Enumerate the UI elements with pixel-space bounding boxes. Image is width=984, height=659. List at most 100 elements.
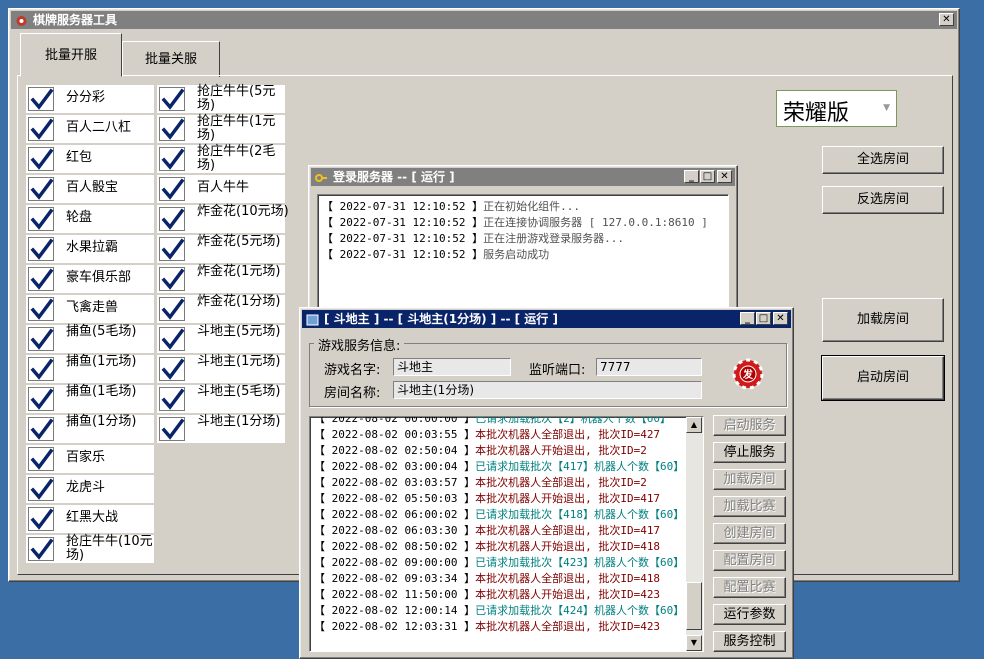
ddz-action-button[interactable]: 配置房间 — [713, 550, 786, 571]
checkbox-checked-icon[interactable] — [28, 447, 54, 471]
checkbox-checked-icon[interactable] — [28, 147, 54, 171]
checkbox-checked-icon[interactable] — [159, 387, 185, 411]
maximize-icon[interactable]: □ — [756, 312, 771, 325]
maximize-icon[interactable]: □ — [700, 170, 715, 183]
load-rooms-button[interactable]: 加载房间 — [822, 298, 944, 342]
checkbox-checked-icon[interactable] — [28, 537, 54, 561]
checkbox-checked-icon[interactable] — [28, 237, 54, 261]
room-checkbox-item[interactable]: 百家乐 — [26, 445, 154, 473]
checkbox-checked-icon[interactable] — [28, 477, 54, 501]
room-name-field[interactable]: 斗地主(1分场) — [393, 381, 702, 399]
room-checkbox-item[interactable]: 斗地主(1元场) — [157, 355, 285, 383]
room-label: 斗地主(1元场) — [197, 354, 281, 369]
room-checkbox-item[interactable]: 炸金花(10元场) — [157, 205, 289, 233]
room-checkbox-item[interactable]: 分分彩 — [26, 85, 154, 113]
room-checkbox-item[interactable]: 豪车俱乐部 — [26, 265, 154, 293]
room-checkbox-item[interactable]: 飞禽走兽 — [26, 295, 154, 323]
room-checkbox-item[interactable]: 红包 — [26, 145, 154, 173]
select-all-rooms-button[interactable]: 全选房间 — [822, 146, 944, 174]
port-field[interactable]: 7777 — [596, 358, 702, 376]
room-checkbox-item[interactable]: 抢庄牛牛(1元场) — [157, 115, 285, 143]
game-name-field[interactable]: 斗地主 — [393, 358, 511, 376]
ddz-server-window: [ 斗地主 ] -- [ 斗地主(1分场) ] -- [ 运行 ] _ □ ✕ … — [299, 307, 794, 659]
room-checkbox-item[interactable]: 捕鱼(5毛场) — [26, 325, 154, 353]
log-row: 【 2022-08-02 00:03:55 】本批次机器人全部退出, 批次ID=… — [314, 427, 684, 443]
checkbox-checked-icon[interactable] — [159, 237, 185, 261]
log-scrollbar[interactable]: ▲ ▼ — [686, 417, 703, 651]
edition-combo[interactable]: 荣耀版 ▼ — [776, 90, 897, 127]
checkbox-checked-icon[interactable] — [28, 357, 54, 381]
start-rooms-button[interactable]: 启动房间 — [821, 355, 945, 401]
ddz-action-button[interactable]: 配置比赛 — [713, 577, 786, 598]
room-label: 抢庄牛牛(5元场) — [197, 84, 276, 113]
room-checkbox-item[interactable]: 斗地主(5毛场) — [157, 385, 285, 413]
room-checkbox-item[interactable]: 捕鱼(1毛场) — [26, 385, 154, 413]
checkbox-checked-icon[interactable] — [28, 267, 54, 291]
tab-batch-stop[interactable]: 批量关服 — [122, 41, 220, 77]
checkbox-checked-icon[interactable] — [28, 207, 54, 231]
checkbox-checked-icon[interactable] — [28, 327, 54, 351]
close-icon[interactable]: ✕ — [939, 13, 954, 26]
room-checkbox-item[interactable]: 斗地主(5元场) — [157, 325, 285, 353]
checkbox-checked-icon[interactable] — [28, 117, 54, 141]
room-checkbox-item[interactable]: 红黑大战 — [26, 505, 154, 533]
minimize-icon[interactable]: _ — [740, 312, 755, 325]
checkbox-checked-icon[interactable] — [28, 87, 54, 111]
log-timestamp: 【 2022-08-02 12:03:31 】 — [314, 620, 476, 633]
ddz-action-button[interactable]: 加载房间 — [713, 469, 786, 490]
checkbox-checked-icon[interactable] — [159, 417, 185, 441]
ddz-action-button[interactable]: 运行参数 — [713, 604, 786, 625]
room-label: 豪车俱乐部 — [66, 270, 132, 285]
ddz-action-button[interactable]: 创建房间 — [713, 523, 786, 544]
checkbox-checked-icon[interactable] — [159, 87, 185, 111]
room-label: 捕鱼(1毛场) — [66, 384, 137, 399]
room-checkbox-item[interactable]: 百人骰宝 — [26, 175, 154, 203]
room-checkbox-item[interactable]: 炸金花(5元场) — [157, 235, 285, 263]
tab-batch-start[interactable]: 批量开服 — [20, 33, 122, 77]
room-label: 百家乐 — [66, 450, 106, 465]
invert-selection-button[interactable]: 反选房间 — [822, 186, 944, 214]
checkbox-checked-icon[interactable] — [28, 297, 54, 321]
checkbox-checked-icon[interactable] — [159, 177, 185, 201]
checkbox-checked-icon[interactable] — [159, 357, 185, 381]
room-checkbox-item[interactable]: 抢庄牛牛(2毛场) — [157, 145, 285, 173]
scroll-thumb[interactable] — [686, 582, 702, 630]
ddz-action-button[interactable]: 停止服务 — [713, 442, 786, 463]
ddz-action-button[interactable]: 服务控制 — [713, 631, 786, 652]
room-checkbox-item[interactable]: 炸金花(1元场) — [157, 265, 285, 293]
checkbox-checked-icon[interactable] — [28, 177, 54, 201]
checkbox-checked-icon[interactable] — [28, 507, 54, 531]
close-icon[interactable]: ✕ — [773, 312, 788, 325]
room-checkbox-item[interactable]: 抢庄牛牛(5元场) — [157, 85, 285, 113]
room-checkbox-item[interactable]: 水果拉霸 — [26, 235, 154, 263]
room-checkbox-item[interactable]: 轮盘 — [26, 205, 154, 233]
log-row: 【 2022-08-02 06:03:30 】本批次机器人全部退出, 批次ID=… — [314, 523, 684, 539]
checkbox-checked-icon[interactable] — [159, 207, 185, 231]
checkbox-checked-icon[interactable] — [159, 297, 185, 321]
room-checkbox-item[interactable]: 斗地主(1分场) — [157, 415, 285, 443]
checkbox-checked-icon[interactable] — [159, 327, 185, 351]
button-label: 停止服务 — [723, 445, 776, 460]
checkbox-checked-icon[interactable] — [159, 117, 185, 141]
scroll-up-icon[interactable]: ▲ — [686, 417, 702, 433]
room-checkbox-item[interactable]: 百人二八杠 — [26, 115, 154, 143]
scroll-down-icon[interactable]: ▼ — [686, 635, 702, 651]
minimize-icon[interactable]: _ — [684, 170, 699, 183]
key-icon — [315, 171, 328, 183]
checkbox-checked-icon[interactable] — [159, 147, 185, 171]
close-icon[interactable]: ✕ — [717, 170, 732, 183]
room-label: 飞禽走兽 — [66, 300, 119, 315]
ddz-action-button[interactable]: 启动服务 — [713, 415, 786, 436]
room-checkbox-item[interactable]: 百人牛牛 — [157, 175, 285, 203]
room-checkbox-item[interactable]: 龙虎斗 — [26, 475, 154, 503]
tab-label: 批量关服 — [144, 52, 197, 67]
checkbox-checked-icon[interactable] — [159, 267, 185, 291]
checkbox-checked-icon[interactable] — [28, 417, 54, 441]
room-checkbox-item[interactable]: 捕鱼(1元场) — [26, 355, 154, 383]
login-log-list: 【 2022-07-31 12:10:52 】正在初始化组件... 【 2022-… — [322, 199, 728, 263]
room-checkbox-item[interactable]: 炸金花(1分场) — [157, 295, 285, 323]
ddz-action-button[interactable]: 加载比赛 — [713, 496, 786, 517]
checkbox-checked-icon[interactable] — [28, 387, 54, 411]
room-checkbox-item[interactable]: 捕鱼(1分场) — [26, 415, 154, 443]
room-checkbox-item[interactable]: 抢庄牛牛(10元场) — [26, 535, 154, 563]
